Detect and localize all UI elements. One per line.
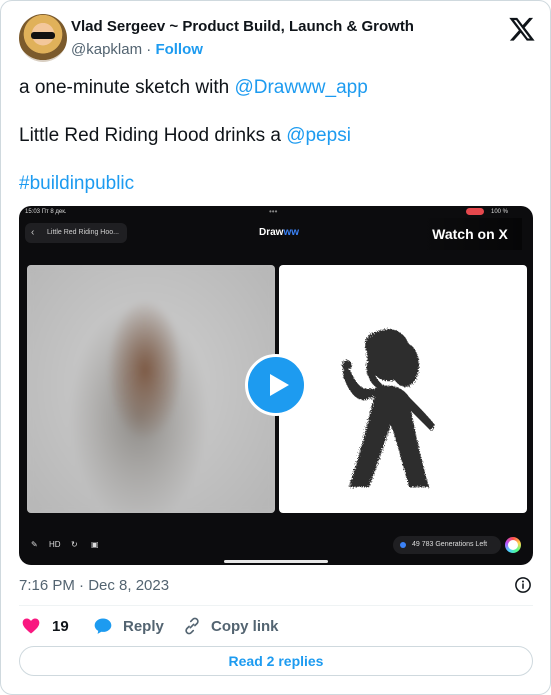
reply-bubble-icon — [94, 618, 112, 634]
read-replies-button[interactable]: Read 2 replies — [19, 646, 533, 676]
watch-on-x-button[interactable]: Watch on X — [418, 218, 522, 250]
app-logo-main: Draw — [259, 227, 284, 238]
battery-status: 100 % — [491, 209, 509, 215]
chevron-left-icon: ‹ — [31, 227, 35, 238]
mention-pepsi[interactable]: @pepsi — [286, 125, 351, 146]
like-button[interactable]: 19 — [21, 616, 71, 638]
follow-button[interactable]: Follow — [155, 41, 203, 58]
x-logo-icon[interactable] — [508, 15, 536, 43]
sketch-figure — [342, 329, 435, 487]
author-handle[interactable]: @kapklam — [71, 41, 142, 58]
hd-toggle: HD — [49, 540, 61, 549]
author-name[interactable]: Vlad Sergeev ~ Product Build, Launch & G… — [71, 18, 414, 35]
mention-drawww-app[interactable]: @Drawww_app — [234, 77, 367, 98]
generations-dot-icon — [400, 542, 406, 548]
status-dots: ••• — [269, 207, 278, 216]
blurred-photo — [27, 265, 275, 513]
generations-counter: 49 783 Generations Left — [393, 536, 501, 554]
app-back-button: ‹ Little Red Riding Hoo... — [25, 223, 127, 243]
generations-left: 49 783 Generations Left — [412, 541, 488, 548]
video-player[interactable]: 15:03 Пт 8 дек. ••• 100 % ‹ Little Red R… — [19, 206, 533, 565]
link-icon — [185, 617, 199, 635]
copy-link-label: Copy link — [211, 618, 279, 635]
app-logo: Drawww — [259, 227, 299, 238]
tweet-text-1: a one-minute sketch with — [19, 77, 235, 98]
refresh-icon: ↻ — [71, 540, 78, 549]
heart-icon — [22, 618, 40, 634]
tweet-text-2: Little Red Riding Hood drinks a — [19, 125, 287, 146]
tweet-line-3: #buildinpublic — [19, 173, 134, 195]
separator-dot: · — [146, 41, 152, 58]
reply-label: Reply — [123, 618, 164, 635]
info-icon[interactable] — [514, 576, 532, 594]
sketch-panel — [279, 265, 527, 513]
color-picker-icon — [505, 537, 521, 553]
like-count: 19 — [52, 618, 69, 635]
avatar[interactable] — [19, 14, 67, 62]
eraser-icon: ✎ — [31, 540, 38, 549]
play-icon — [270, 374, 289, 396]
blurred-photo-panel — [27, 265, 275, 513]
home-indicator — [224, 560, 328, 563]
hashtag-buildinpublic[interactable]: #buildinpublic — [19, 173, 134, 194]
image-icon: ▣ — [91, 540, 99, 549]
tweet-line-2: Little Red Riding Hood drinks a @pepsi — [19, 125, 351, 147]
reply-button[interactable]: Reply — [93, 616, 164, 638]
avatar-glasses — [31, 32, 55, 39]
play-button[interactable] — [245, 354, 307, 416]
author-handle-row: @kapklam · Follow — [71, 41, 203, 58]
app-sketch-title: Little Red Riding Hoo... — [47, 229, 119, 236]
divider — [19, 605, 533, 606]
tweet-timestamp[interactable]: 7:16 PM · Dec 8, 2023 — [19, 577, 169, 594]
status-time: 15:03 Пт 8 дек. — [25, 209, 67, 215]
recording-indicator-icon — [466, 208, 484, 215]
tweet-card: Vlad Sergeev ~ Product Build, Launch & G… — [0, 0, 551, 695]
copy-link-button[interactable]: Copy link — [182, 616, 279, 638]
tweet-line-1: a one-minute sketch with @Drawww_app — [19, 77, 368, 99]
app-logo-accent: ww — [283, 227, 300, 238]
